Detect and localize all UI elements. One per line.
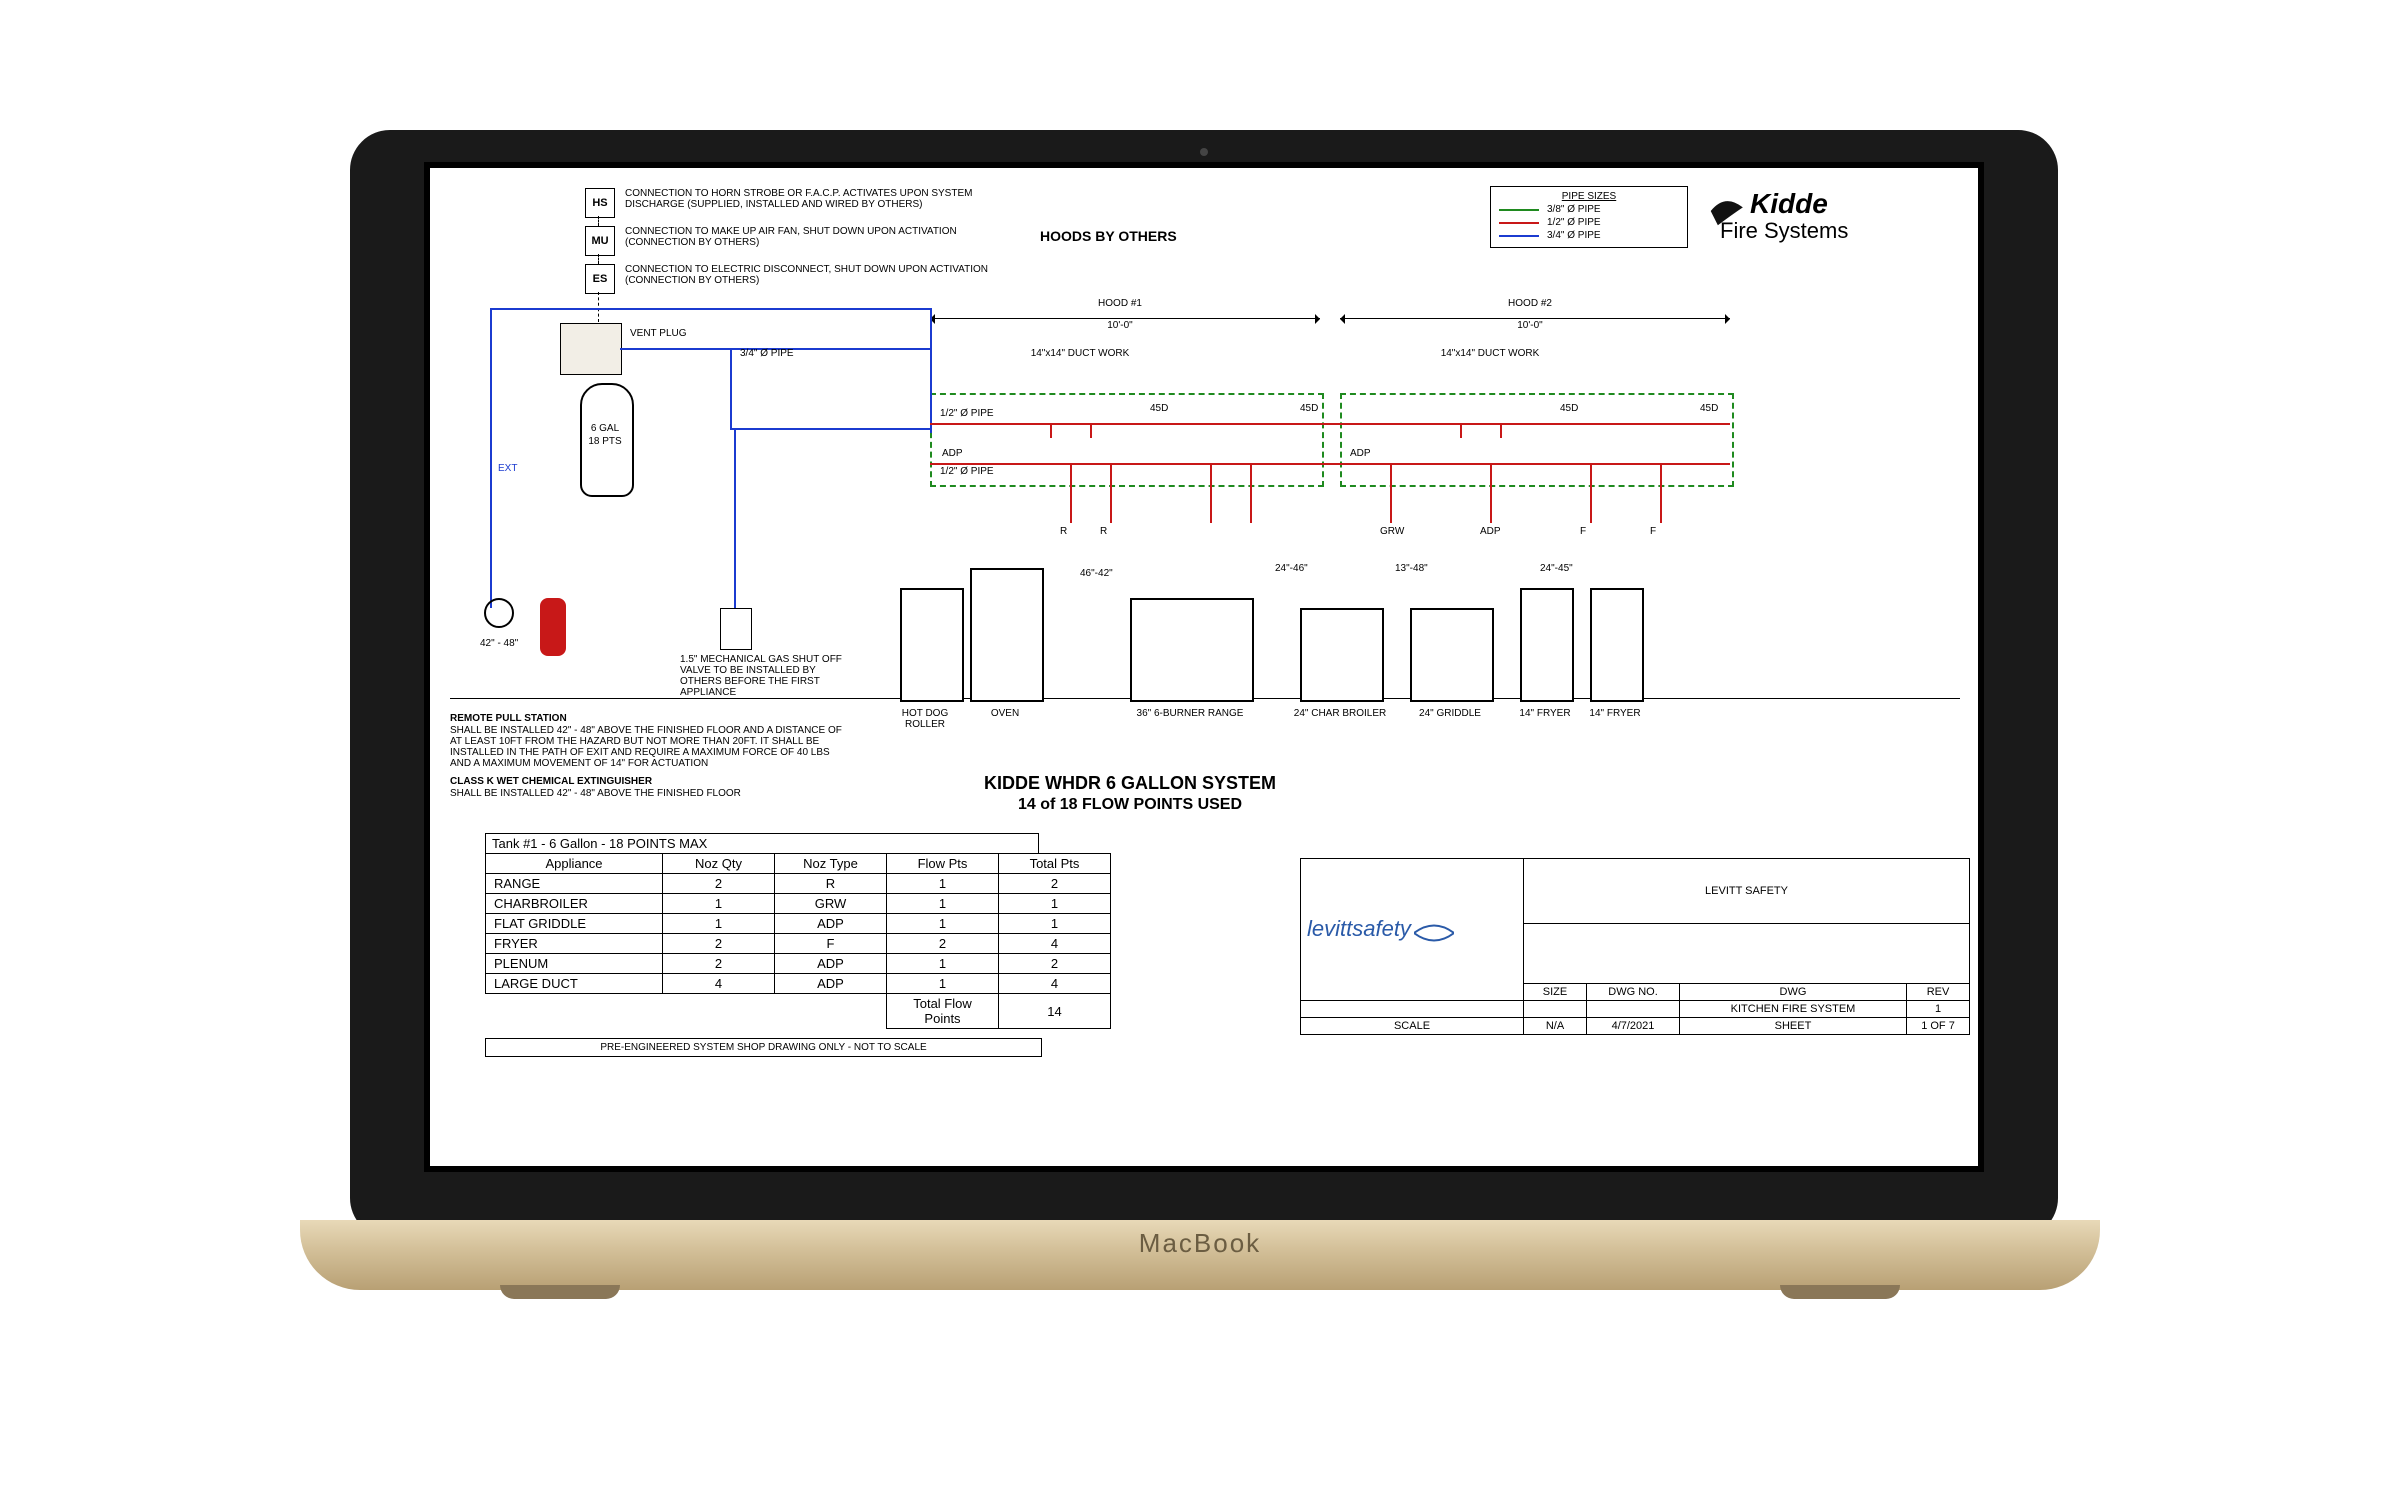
drawing-date: 4/7/2021 xyxy=(1587,1018,1680,1035)
laptop-mockup: HS CONNECTION TO HORN STROBE OR F.A.C.P.… xyxy=(300,130,2100,1350)
total-label: Total Flow Points xyxy=(887,994,999,1029)
appliance-charbroiler xyxy=(1300,608,1384,702)
extinguisher-icon xyxy=(540,598,566,656)
pipe-supply-h1 xyxy=(490,308,930,310)
vent-plug: VENT PLUG xyxy=(630,328,687,339)
table-row: FRYER2F24 xyxy=(486,934,1111,954)
mu-tag: MU xyxy=(585,226,615,256)
hood2-outline xyxy=(1340,393,1734,487)
duct1: 14"x14" DUCT WORK xyxy=(1030,348,1130,359)
total-value: 14 xyxy=(999,994,1111,1029)
hs-note: CONNECTION TO HORN STROBE OR F.A.C.P. AC… xyxy=(625,188,1005,210)
contractor-name: LEVITT SAFETY xyxy=(1524,859,1970,924)
table-row: PLENUM2ADP12 xyxy=(486,954,1111,974)
lbl-oven: OVEN xyxy=(970,708,1040,719)
lbl-griddle: 24" GRIDDLE xyxy=(1400,708,1500,719)
drawing-sheet: HS CONNECTION TO HORN STROBE OR F.A.C.P.… xyxy=(424,162,1984,1172)
duct2: 14"x14" DUCT WORK xyxy=(1440,348,1540,359)
note-pull-title: REMOTE PULL STATION xyxy=(450,713,850,724)
flow-col-4: Total Pts xyxy=(999,854,1111,874)
gas-valve-icon xyxy=(720,608,752,650)
hs-tag: HS xyxy=(585,188,615,218)
height-marker: 42" - 48" xyxy=(480,638,518,649)
table-row: CHARBROILER1GRW11 xyxy=(486,894,1111,914)
pull-station-icon xyxy=(484,598,514,628)
brand-line1: Kidde xyxy=(1750,188,1828,220)
hood2-dim xyxy=(1340,318,1730,319)
hood1-dim xyxy=(930,318,1320,319)
mu-note: CONNECTION TO MAKE UP AIR FAN, SHUT DOWN… xyxy=(625,226,1005,248)
appliance-fryer1 xyxy=(1520,588,1574,702)
pipe-legend: PIPE SIZES 3/8" Ø PIPE 1/2" Ø PIPE 3/4" … xyxy=(1490,186,1688,248)
note-ext: SHALL BE INSTALLED 42" - 48" ABOVE THE F… xyxy=(450,788,850,799)
gas-note: 1.5" MECHANICAL GAS SHUT OFF VALVE TO BE… xyxy=(680,654,850,698)
pipe-branch-lower xyxy=(930,463,1730,465)
noz-grw: GRW xyxy=(1380,526,1404,537)
camera-icon xyxy=(1200,148,1208,156)
sheet-number: 1 OF 7 xyxy=(1907,1018,1970,1035)
system-sub: 14 of 18 FLOW POINTS USED xyxy=(880,796,1380,814)
lbl-char: 24" CHAR BROILER xyxy=(1290,708,1390,719)
control-head xyxy=(560,323,622,375)
footer-note: PRE-ENGINEERED SYSTEM SHOP DRAWING ONLY … xyxy=(485,1038,1042,1057)
hood2-label: HOOD #2 xyxy=(1480,298,1580,309)
flow-col-3: Flow Pts xyxy=(887,854,999,874)
appliance-range xyxy=(1130,598,1254,702)
legend-title: PIPE SIZES xyxy=(1499,191,1679,202)
device-label: MacBook xyxy=(300,1228,2100,1259)
noz-adp: ADP xyxy=(942,448,963,459)
flow-table-caption: Tank #1 - 6 Gallon - 18 POINTS MAX Appli… xyxy=(485,833,1111,1029)
system-title: KIDDE WHDR 6 GALLON SYSTEM xyxy=(880,773,1380,794)
note-ext-title: CLASS K WET CHEMICAL EXTINGUISHER xyxy=(450,776,850,787)
levitt-logo: levittsafety xyxy=(1307,916,1411,941)
lbl-hotdog: HOT DOG ROLLER xyxy=(885,708,965,730)
flow-col-1: Noz Qty xyxy=(663,854,775,874)
brand-line2: Fire Systems xyxy=(1720,218,1848,244)
lbl-fryer2: 14" FRYER xyxy=(1580,708,1650,719)
flow-col-0: Appliance xyxy=(486,854,663,874)
es-tag: ES xyxy=(585,264,615,294)
hood1-label: HOOD #1 xyxy=(1070,298,1170,309)
canvas: HS CONNECTION TO HORN STROBE OR F.A.C.P.… xyxy=(0,0,2400,1508)
note-pull: SHALL BE INSTALLED 42" - 48" ABOVE THE F… xyxy=(450,725,850,769)
dwg-name: KITCHEN FIRE SYSTEM xyxy=(1680,1001,1907,1018)
table-row: FLAT GRIDDLE1ADP11 xyxy=(486,914,1111,934)
table-row: RANGE2R12 xyxy=(486,874,1111,894)
flow-col-2: Noz Type xyxy=(775,854,887,874)
title-block: levittsafety LEVITT SAFETY SIZE DWG NO. … xyxy=(1300,858,1970,1035)
lbl-fryer1: 14" FRYER xyxy=(1510,708,1580,719)
lbl-range: 36" 6-BURNER RANGE xyxy=(1130,708,1250,719)
table-row: LARGE DUCT4ADP14 xyxy=(486,974,1111,994)
laptop-bezel: HS CONNECTION TO HORN STROBE OR F.A.C.P.… xyxy=(350,130,2058,1238)
noz-f: F xyxy=(1580,526,1586,537)
flow-table: ApplianceNoz QtyNoz TypeFlow PtsTotal Pt… xyxy=(485,853,1111,1029)
es-note: CONNECTION TO ELECTRIC DISCONNECT, SHUT … xyxy=(625,264,1005,286)
noz-45d: 45D xyxy=(1150,403,1168,414)
ext-tag: EXT xyxy=(498,463,517,474)
appliance-griddle xyxy=(1410,608,1494,702)
screen: HS CONNECTION TO HORN STROBE OR F.A.C.P.… xyxy=(424,162,1984,1172)
appliance-hotdog xyxy=(900,588,964,702)
hoods-by-others: HOODS BY OTHERS xyxy=(1040,228,1177,244)
appliance-oven xyxy=(970,568,1044,702)
appliance-fryer2 xyxy=(1590,588,1644,702)
